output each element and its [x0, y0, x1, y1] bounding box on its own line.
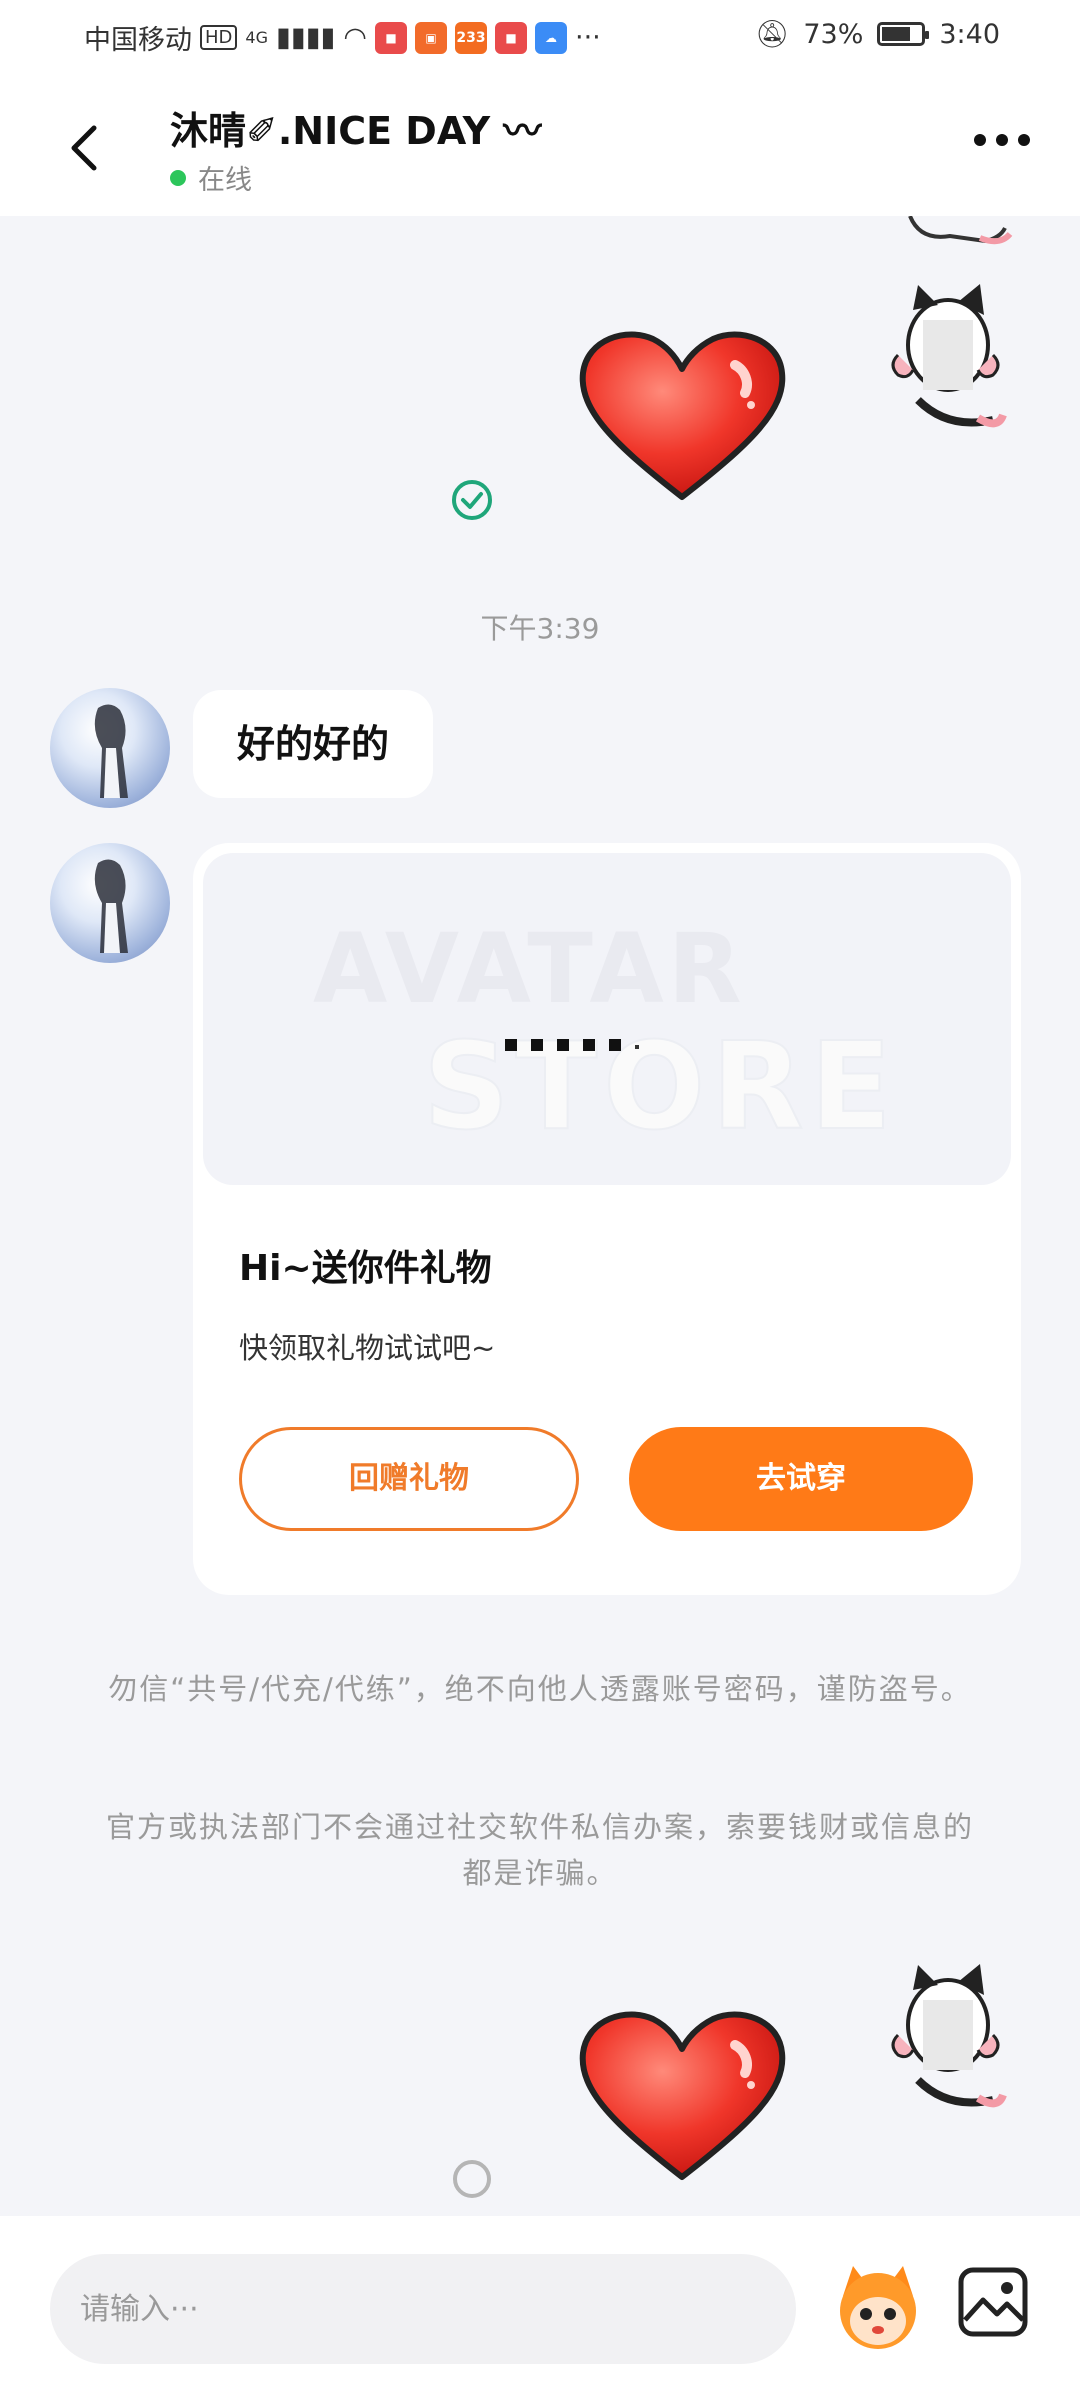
security-notice-1: 勿信“共号/代充/代练”，绝不向他人透露账号密码，谨防盗号。 [108, 1672, 972, 1706]
banner-text-store: STORE [422, 1017, 898, 1158]
heart-sticker-2[interactable] [575, 2005, 790, 2185]
contact-name[interactable]: 沐晴✐.NICE DAY 〰 [170, 100, 541, 155]
time-divider: 下午3:39 [480, 612, 600, 645]
battery-percent: 73% [803, 18, 864, 50]
huawei-app-icon: ■ [374, 21, 407, 54]
wifi-icon: ◠ [343, 22, 367, 53]
chat-header: 沐晴✐.NICE DAY 〰 在线 [0, 78, 1080, 216]
input-bar [0, 2216, 1080, 2400]
avatar-figure [94, 704, 128, 798]
back-arrow-icon[interactable] [56, 118, 116, 178]
avatar-store-banner: AVATAR STORE [203, 853, 1011, 1185]
hd-icon: HD [200, 25, 238, 50]
battery-fill [882, 27, 911, 41]
app-icon: ▣ [414, 21, 447, 54]
gift-card-subtitle: 快领取礼物试试吧~ [239, 1331, 496, 1365]
check-icon [452, 480, 492, 520]
battery-icon [877, 22, 930, 46]
security-notice-2: 官方或执法部门不会通过社交软件私信办案，索要钱财或信息的都是诈骗。 [105, 1810, 974, 1890]
cat-girl-sticker [891, 284, 1007, 428]
online-status-label: 在线 [198, 165, 252, 196]
banner-text-avatar: AVATAR [313, 913, 746, 1025]
loading-icon [453, 2160, 491, 2198]
mascot-icon[interactable] [828, 2256, 928, 2356]
cat-girl-sticker-2 [891, 1964, 1007, 2108]
signal-icon: ▮▮▮▮ [275, 22, 336, 53]
online-dot-icon [170, 169, 186, 186]
more-notifications-icon: ··· [574, 22, 601, 53]
gift-card-title: Hi~送你件礼物 [239, 1248, 492, 1289]
more-icon[interactable] [974, 134, 1030, 146]
try-on-button[interactable]: 去试穿 [629, 1427, 973, 1531]
badge-233-icon: 233 [454, 21, 487, 54]
contact-avatar-2[interactable] [50, 843, 170, 963]
status-left: 中国移动 HD 4G ▮▮▮▮ ◠ ■ ▣ 233 ■ ☁ ··· [84, 18, 601, 57]
huawei-app-icon-2: ■ [494, 21, 527, 54]
network-gen-label: 4G [245, 28, 268, 47]
avatar-figure-2 [94, 859, 128, 953]
mute-icon: 🔕︎ [755, 19, 790, 50]
contact-avatar[interactable] [50, 688, 170, 808]
text-message-bubble[interactable]: 好的好的 [193, 690, 434, 798]
status-bar: 中国移动 HD 4G ▮▮▮▮ ◠ ■ ▣ 233 ■ ☁ ··· 🔕︎ 73%… [0, 0, 1080, 78]
return-gift-button[interactable]: 回赠礼物 [239, 1427, 579, 1531]
carrier-label: 中国移动 [84, 25, 192, 56]
loading-dots-icon [505, 1039, 639, 1051]
image-icon[interactable] [955, 2264, 1031, 2340]
cat-girl-sticker-partial [908, 216, 1013, 245]
clock: 3:40 [939, 18, 1000, 50]
online-status: 在线 [170, 158, 252, 197]
message-input[interactable] [50, 2254, 796, 2364]
heart-sticker[interactable] [575, 325, 790, 505]
status-right: 🔕︎ 73% 3:40 [755, 18, 1000, 51]
gift-card[interactable]: AVATAR STORE Hi~送你件礼物 快领取礼物试试吧~ 回赠礼物 去试穿 [193, 843, 1021, 1595]
cloud-icon: ☁ [534, 21, 567, 54]
